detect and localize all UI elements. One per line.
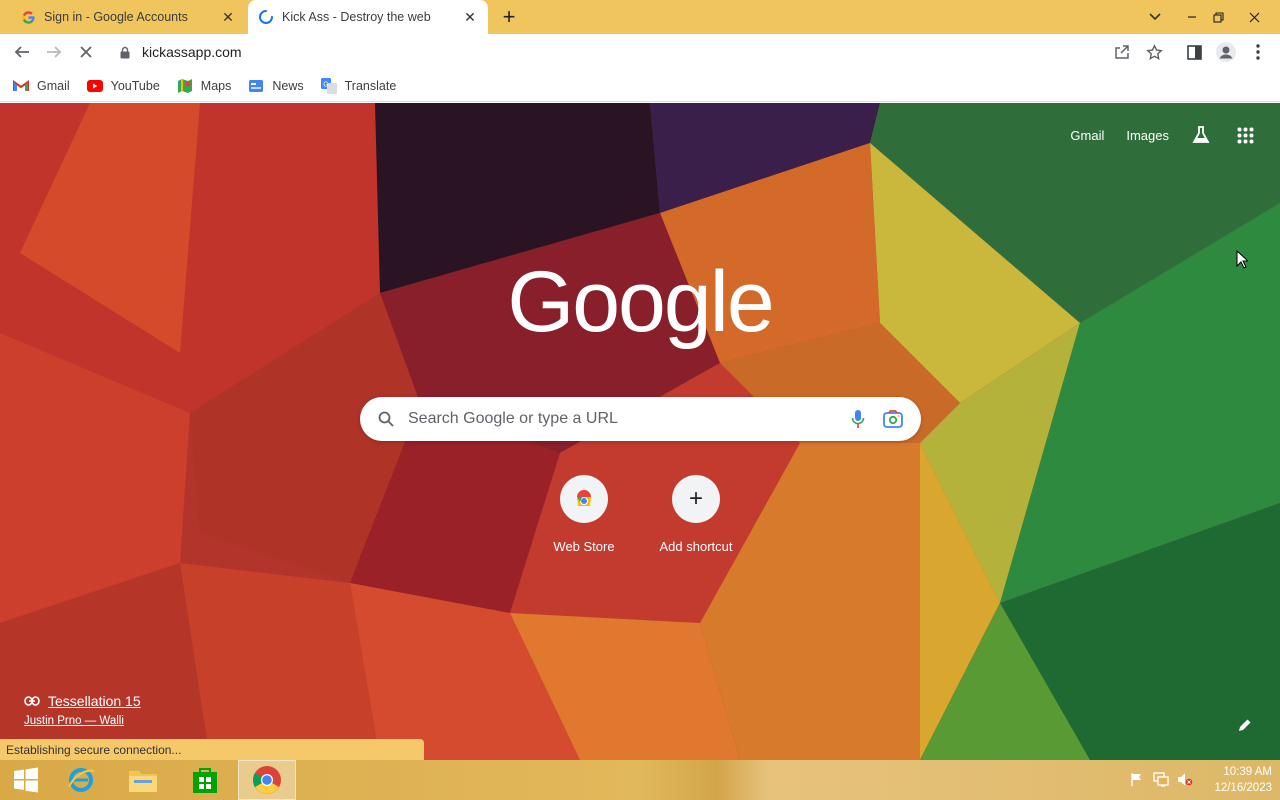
- bookmark-translate[interactable]: G Translate: [320, 77, 397, 94]
- customize-pencil-icon[interactable]: [1238, 718, 1252, 732]
- chrome-web-store-icon: [560, 475, 608, 523]
- bookmark-label: Gmail: [37, 78, 70, 93]
- bookmark-star-icon[interactable]: [1140, 38, 1168, 66]
- side-panel-icon[interactable]: [1180, 38, 1208, 66]
- tab-sign-in[interactable]: Sign in - Google Accounts ✕: [0, 0, 246, 34]
- attribution-author[interactable]: Justin Prno — Walli: [24, 715, 141, 727]
- system-clock[interactable]: 10:39 AM 12/16/2023: [1214, 764, 1272, 796]
- bookmark-youtube[interactable]: YouTube: [86, 78, 160, 94]
- tab-search-chevron-icon[interactable]: [1142, 0, 1168, 34]
- browser-toolbar: kickassapp.com: [0, 34, 1280, 70]
- network-icon[interactable]: [1153, 772, 1169, 787]
- flag-icon[interactable]: [1130, 772, 1144, 787]
- mouse-cursor-icon: [1236, 249, 1250, 274]
- bookmarks-bar: Gmail YouTube Maps News G Translate: [0, 70, 1280, 102]
- minimize-icon[interactable]: [1180, 0, 1204, 34]
- close-tab-icon[interactable]: ✕: [216, 5, 240, 29]
- store-icon[interactable]: [182, 760, 228, 800]
- apps-grid-icon[interactable]: [1237, 127, 1254, 144]
- close-tab-icon[interactable]: ✕: [458, 5, 482, 29]
- lock-icon[interactable]: [120, 46, 132, 59]
- windows-taskbar: 10:39 AM 12/16/2023: [0, 760, 1280, 800]
- shortcut-web-store[interactable]: Web Store: [528, 475, 640, 554]
- forward-arrow-icon[interactable]: [40, 38, 68, 66]
- restore-icon[interactable]: [1206, 0, 1230, 34]
- new-tab-page: Gmail Images Google Search Google or typ…: [0, 103, 1280, 760]
- lens-camera-icon[interactable]: [883, 410, 903, 428]
- bookmark-maps[interactable]: Maps: [177, 78, 232, 94]
- add-icon: +: [672, 475, 720, 523]
- kebab-menu-icon[interactable]: [1244, 38, 1272, 66]
- search-placeholder: Search Google or type a URL: [408, 410, 618, 427]
- news-icon: [248, 78, 264, 94]
- svg-text:G: G: [323, 81, 328, 88]
- search-icon: [378, 411, 394, 427]
- tab-kick-ass[interactable]: Kick Ass - Destroy the web ✕: [248, 0, 488, 34]
- profile-avatar-icon[interactable]: [1212, 38, 1240, 66]
- share-icon[interactable]: [1108, 38, 1136, 66]
- tab-title: Kick Ass - Destroy the web: [282, 10, 431, 24]
- close-window-icon[interactable]: [1240, 0, 1268, 34]
- bookmark-label: Translate: [344, 78, 397, 93]
- gmail-icon: [13, 78, 29, 94]
- new-tab-button[interactable]: +: [497, 4, 521, 29]
- background-attribution: Tessellation 15 Justin Prno — Walli: [24, 693, 141, 727]
- chrome-taskbar-icon[interactable]: [238, 760, 296, 800]
- bookmark-label: YouTube: [110, 78, 160, 93]
- status-bubble: Establishing secure connection...: [0, 739, 424, 760]
- shortcut-add[interactable]: + Add shortcut: [640, 475, 752, 554]
- gmail-link[interactable]: Gmail: [1070, 128, 1104, 143]
- translate-icon: G: [320, 77, 337, 94]
- clock-time: 10:39 AM: [1223, 766, 1272, 778]
- google-g-icon: [20, 9, 36, 25]
- attribution-title: Tessellation 15: [48, 693, 141, 709]
- tab-strip: Sign in - Google Accounts ✕ Kick Ass - D…: [0, 0, 1280, 34]
- bookmark-gmail[interactable]: Gmail: [13, 78, 70, 94]
- bookmark-label: Maps: [200, 78, 232, 93]
- address-bar[interactable]: kickassapp.com: [108, 37, 1178, 67]
- back-arrow-icon[interactable]: [8, 38, 36, 66]
- windows-start-icon[interactable]: [4, 760, 48, 800]
- search-box[interactable]: Search Google or type a URL: [360, 397, 921, 441]
- attribution-title-link[interactable]: Tessellation 15: [24, 693, 141, 709]
- google-logo: Google: [507, 254, 774, 350]
- youtube-icon: [86, 78, 103, 94]
- loading-spinner-icon: [258, 9, 274, 25]
- stop-loading-icon[interactable]: [72, 38, 100, 66]
- ntp-top-links: Gmail Images: [1070, 121, 1280, 149]
- tab-title: Sign in - Google Accounts: [44, 10, 188, 24]
- shortcut-label: Add shortcut: [659, 539, 733, 554]
- link-icon: [24, 696, 40, 706]
- bookmark-label: News: [272, 78, 304, 93]
- maps-icon: [177, 78, 193, 94]
- shortcut-label: Web Store: [553, 539, 615, 554]
- volume-muted-icon[interactable]: [1177, 772, 1193, 787]
- internet-explorer-icon[interactable]: [58, 760, 104, 800]
- url-text: kickassapp.com: [142, 44, 242, 60]
- bookmark-news[interactable]: News: [248, 78, 304, 94]
- images-link[interactable]: Images: [1126, 128, 1169, 143]
- clock-date: 12/16/2023: [1214, 782, 1272, 794]
- labs-flask-icon[interactable]: [1191, 125, 1211, 145]
- file-explorer-icon[interactable]: [120, 760, 166, 800]
- voice-search-mic-icon[interactable]: [851, 409, 865, 429]
